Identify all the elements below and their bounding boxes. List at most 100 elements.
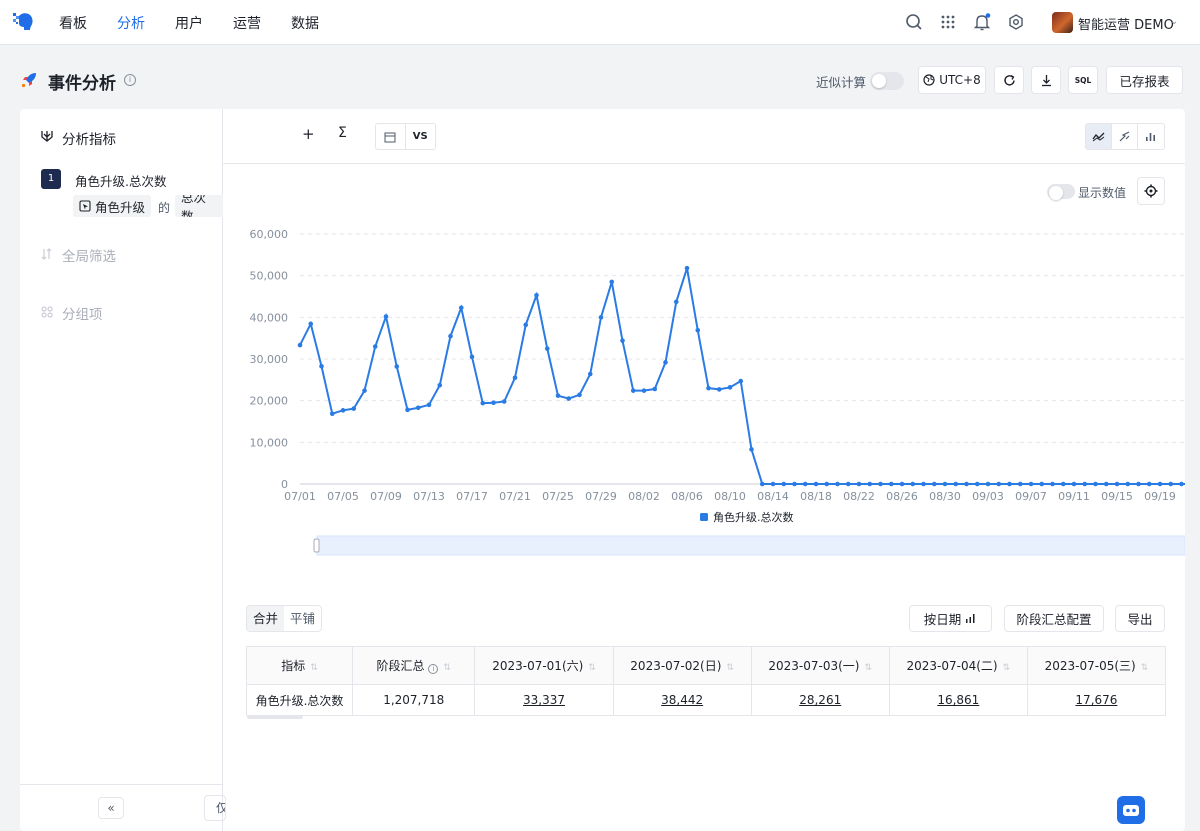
y-tick-label: 40,000 — [250, 311, 289, 324]
partial-button[interactable]: 仅 — [204, 795, 226, 821]
data-point — [695, 327, 701, 333]
date-compare-group: VS — [375, 123, 436, 150]
data-point — [577, 392, 582, 398]
data-point — [340, 408, 346, 413]
export-button[interactable]: 导出 — [1115, 605, 1165, 632]
bell-icon[interactable] — [972, 12, 992, 32]
x-tick-label: 08/22 — [843, 490, 875, 503]
data-point — [1136, 481, 1141, 487]
nav-item-dashboard[interactable]: 看板 — [59, 13, 87, 33]
data-point — [437, 382, 443, 388]
event-selector[interactable]: 角色升级 — [73, 195, 152, 217]
x-tick-label: 09/03 — [972, 490, 1004, 503]
data-point — [953, 481, 959, 487]
table-header-cell[interactable]: 2023-07-02(日) ⇅ — [612, 646, 752, 685]
download-button[interactable] — [1031, 66, 1061, 94]
saved-reports-button[interactable]: 已存报表 — [1106, 66, 1183, 94]
trend-chart-button[interactable] — [1112, 124, 1138, 149]
data-point — [835, 481, 840, 487]
data-point — [1017, 481, 1023, 487]
measure-selector[interactable]: 总次数 — [175, 195, 223, 217]
metric-name[interactable]: 角色升级.总次数 — [75, 171, 166, 190]
formula-sum-button[interactable]: Σ — [338, 125, 347, 141]
data-point — [308, 321, 314, 327]
table-header-cell[interactable]: 2023-07-04(二) ⇅ — [888, 646, 1028, 685]
by-date-label: 按日期 — [923, 612, 962, 627]
add-metric-button[interactable]: + — [302, 125, 315, 143]
assistant-bot-button[interactable] — [1117, 796, 1145, 824]
x-tick-label: 09/11 — [1058, 490, 1090, 503]
approx-calc-toggle[interactable] — [870, 72, 904, 90]
data-point — [587, 371, 593, 377]
table-cell-link[interactable]: 16,861 — [888, 684, 1028, 716]
table-view-switch: 合并 平铺 — [246, 605, 323, 632]
group-by-title[interactable]: 分组项 — [62, 303, 103, 323]
x-tick-label: 08/26 — [886, 490, 918, 503]
chart-settings-button[interactable] — [1137, 177, 1165, 205]
data-point — [770, 481, 776, 487]
info-icon[interactable]: i — [124, 74, 136, 86]
refresh-button[interactable] — [994, 66, 1024, 94]
nav-item-operations[interactable]: 运营 — [233, 13, 261, 33]
app-logo-icon[interactable] — [12, 10, 36, 34]
data-point — [652, 386, 658, 392]
table-cell-link[interactable]: 33,337 — [474, 684, 614, 716]
legend-label: 角色升级.总次数 — [713, 510, 794, 524]
chevron-down-icon[interactable]: ⌄ — [1170, 16, 1178, 27]
settings-gear-icon[interactable] — [1006, 12, 1026, 32]
data-point — [426, 402, 432, 408]
nav-item-analysis[interactable]: 分析 — [117, 13, 145, 33]
apps-grid-icon[interactable] — [938, 12, 958, 32]
user-name[interactable]: 智能运营 DEMO — [1078, 14, 1174, 33]
table-header-cell[interactable]: 指标 ⇅ — [246, 646, 353, 685]
of-connector-text: 的 — [158, 201, 171, 215]
data-point — [845, 481, 851, 487]
calendar-button[interactable] — [376, 124, 406, 149]
data-point — [1028, 481, 1034, 487]
nav-item-users[interactable]: 用户 — [175, 13, 203, 33]
table-cell-link[interactable]: 38,442 — [612, 684, 752, 716]
calendar-icon — [384, 132, 396, 142]
tile-tab[interactable]: 平铺 — [284, 606, 321, 631]
bar-chart-icon — [1146, 133, 1156, 141]
data-point — [319, 363, 324, 369]
table-horizontal-scrollbar[interactable] — [247, 715, 303, 719]
series-line — [299, 267, 1185, 485]
table-header-cell[interactable]: 2023-07-05(三) ⇅ — [1026, 646, 1166, 685]
x-tick-label: 09/15 — [1101, 490, 1133, 503]
collapse-sidebar-button[interactable]: « — [98, 797, 124, 819]
global-filter-title[interactable]: 全局筛选 — [62, 245, 116, 265]
search-icon[interactable] — [904, 12, 924, 32]
y-tick-label: 10,000 — [250, 436, 289, 449]
x-tick-label: 07/13 — [413, 490, 445, 503]
timezone-button[interactable]: UTC+8 — [918, 66, 986, 94]
show-values-toggle[interactable] — [1047, 184, 1075, 200]
info-icon[interactable]: i — [428, 664, 439, 674]
table-header-cell[interactable]: 阶段汇总 i ⇅ — [351, 646, 476, 685]
data-point — [1007, 481, 1012, 487]
metrics-section-title: 分析指标 — [62, 132, 116, 148]
table-header-cell[interactable]: 2023-07-01(六) ⇅ — [474, 646, 614, 685]
merge-tab[interactable]: 合并 — [247, 606, 285, 631]
table-row: 角色升级.总次数 1,207,718 33,337 38,442 28,261 … — [246, 684, 1166, 716]
line-chart-button[interactable] — [1086, 124, 1113, 149]
period-summary-config-button[interactable]: 阶段汇总配置 — [1004, 605, 1104, 632]
trend-icon — [1119, 131, 1130, 142]
table-header-cell[interactable]: 2023-07-03(一) ⇅ — [750, 646, 890, 685]
table-cell-link[interactable]: 17,676 — [1026, 684, 1166, 716]
gear-icon — [1144, 184, 1158, 198]
compare-vs-button[interactable]: VS — [406, 124, 435, 149]
data-point — [1125, 481, 1131, 487]
nav-item-data[interactable]: 数据 — [291, 13, 319, 33]
sql-button[interactable]: SQL — [1068, 66, 1098, 94]
data-point — [448, 333, 453, 339]
download-icon — [1041, 74, 1051, 86]
table-cell-link[interactable]: 28,261 — [750, 684, 890, 716]
measure-chip-label: 总次数 — [181, 195, 207, 217]
data-point — [996, 481, 1002, 487]
show-values-label: 显示数值 — [1078, 186, 1127, 200]
x-tick-label: 07/17 — [456, 490, 488, 503]
by-date-button[interactable]: 按日期 — [909, 605, 992, 632]
bar-chart-button[interactable] — [1138, 124, 1164, 149]
user-avatar[interactable] — [1052, 12, 1073, 33]
